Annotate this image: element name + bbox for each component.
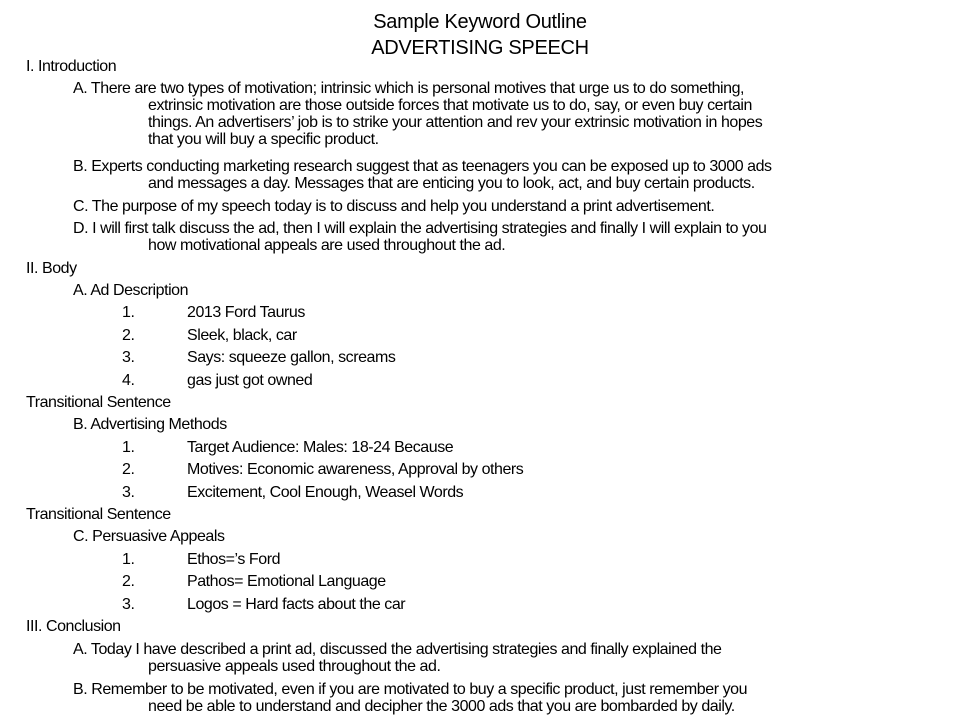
section-heading-introduction: I. Introduction bbox=[26, 58, 117, 75]
intro-point-c-line: C. The purpose of my speech today is to … bbox=[73, 198, 715, 215]
body-subsection-b: B. Advertising Methods bbox=[73, 416, 227, 433]
intro-point-b-line: and messages a day. Messages that are en… bbox=[148, 175, 755, 192]
list-item: Sleek, black, car bbox=[187, 327, 297, 344]
intro-point-b-line: B. Experts conducting marketing research… bbox=[73, 158, 772, 175]
intro-point-d-line: how motivational appeals are used throug… bbox=[148, 237, 506, 254]
body-subsection-a: A. Ad Description bbox=[73, 282, 189, 299]
transitional-sentence: Transitional Sentence bbox=[26, 506, 171, 523]
list-item-number: 2. bbox=[122, 461, 135, 478]
list-item-number: 1. bbox=[122, 439, 135, 456]
body-subsection-c: C. Persuasive Appeals bbox=[73, 528, 225, 545]
intro-point-a-line: that you will buy a specific product. bbox=[148, 131, 379, 148]
list-item-number: 3. bbox=[122, 349, 135, 366]
conclusion-point-a-line: A. Today I have described a print ad, di… bbox=[73, 641, 722, 658]
list-item: 2013 Ford Taurus bbox=[187, 304, 305, 321]
list-item: Ethos=’s Ford bbox=[187, 551, 281, 568]
list-item-number: 1. bbox=[122, 551, 135, 568]
list-item: Motives: Economic awareness, Approval by… bbox=[187, 461, 524, 478]
intro-point-d-line: D. I will first talk discuss the ad, the… bbox=[73, 220, 767, 237]
list-item: Logos = Hard facts about the car bbox=[187, 596, 406, 613]
list-item-number: 2. bbox=[122, 327, 135, 344]
list-item-number: 2. bbox=[122, 573, 135, 590]
intro-point-a-line: things. An advertisers’ job is to strike… bbox=[148, 114, 763, 131]
section-heading-body: II. Body bbox=[26, 260, 77, 277]
list-item: Target Audience: Males: 18-24 Because bbox=[187, 439, 454, 456]
conclusion-point-b-line: B. Remember to be motivated, even if you… bbox=[73, 681, 748, 698]
list-item: Says: squeeze gallon, screams bbox=[187, 349, 396, 366]
outline-title: Sample Keyword Outline bbox=[373, 11, 587, 33]
transitional-sentence: Transitional Sentence bbox=[26, 394, 171, 411]
list-item-number: 4. bbox=[122, 372, 135, 389]
intro-point-a-line: extrinsic motivation are those outside f… bbox=[148, 97, 752, 114]
list-item-number: 3. bbox=[122, 484, 135, 501]
list-item: gas just got owned bbox=[187, 372, 313, 389]
list-item: Excitement, Cool Enough, Weasel Words bbox=[187, 484, 464, 501]
conclusion-point-b-line: need be able to understand and decipher … bbox=[148, 698, 735, 715]
intro-point-a-line: A. There are two types of motivation; in… bbox=[73, 80, 745, 97]
list-item-number: 3. bbox=[122, 596, 135, 613]
section-heading-conclusion: III. Conclusion bbox=[26, 618, 121, 635]
list-item-number: 1. bbox=[122, 304, 135, 321]
list-item: Pathos= Emotional Language bbox=[187, 573, 386, 590]
conclusion-point-a-line: persuasive appeals used throughout the a… bbox=[148, 658, 441, 675]
outline-subtitle: ADVERTISING SPEECH bbox=[371, 37, 589, 59]
